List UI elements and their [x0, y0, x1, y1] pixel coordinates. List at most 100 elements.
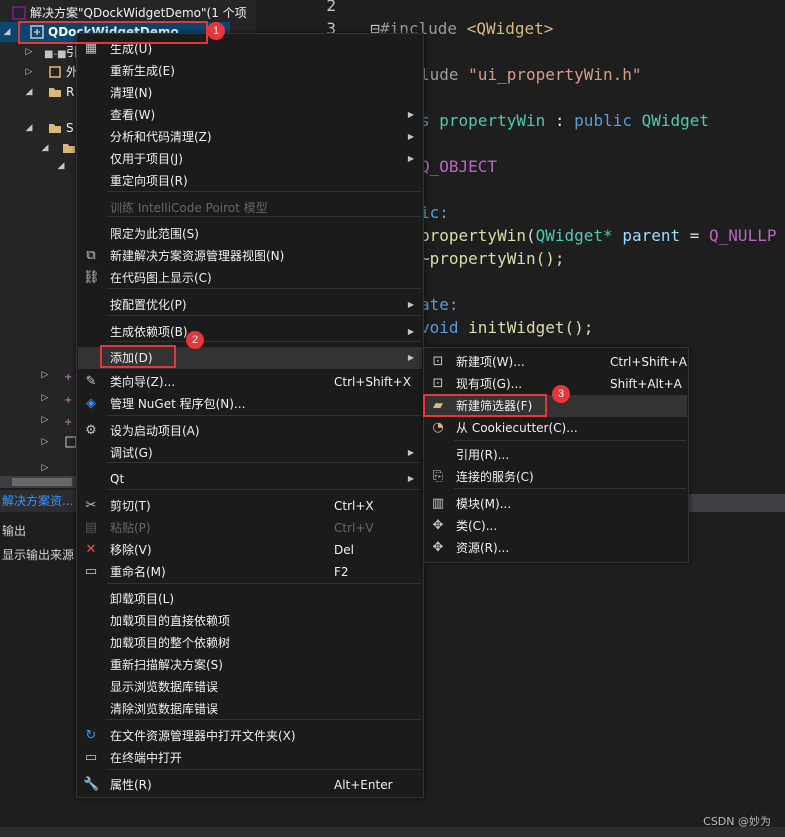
context-menu-item[interactable]: 仅用于项目(J) ▶: [78, 148, 422, 170]
terminal-icon: ▭: [84, 750, 98, 765]
add-submenu-item[interactable]: ✥ 资源(R)...: [425, 537, 687, 559]
add-submenu-item[interactable]: ▥ 模块(M)...: [425, 493, 687, 515]
context-menu-item[interactable]: 重新生成(E): [78, 60, 422, 82]
context-menu-item-label: 粘贴(P): [110, 521, 151, 535]
output-source-label: 显示输出来源: [2, 548, 75, 562]
context-menu-item[interactable]: 分析和代码清理(Z) ▶: [78, 126, 422, 148]
existing-item-icon: ⊡: [432, 376, 444, 391]
code-line: ic:: [420, 203, 449, 222]
collapse-arrow-icon[interactable]: ◢: [24, 118, 34, 138]
code-line: ~propertyWin();: [420, 249, 565, 268]
context-menu-item-label: 生成依赖项(B): [110, 325, 188, 339]
context-menu-item-shortcut: Del: [334, 543, 354, 557]
context-menu-item-label: 管理 NuGet 程序包(N)...: [110, 397, 246, 411]
collapse-arrow-icon[interactable]: ◢: [56, 156, 66, 176]
expand-arrow-icon[interactable]: ▷: [40, 388, 50, 408]
code-map-icon: ⛓: [83, 270, 100, 285]
context-menu-item[interactable]: ✕ 移除(V) Del: [78, 539, 422, 561]
expand-arrow-icon[interactable]: ▷: [24, 62, 34, 82]
context-menu-item[interactable]: 调试(G) ▶: [78, 442, 422, 464]
context-menu-item-label: 重定向项目(R): [110, 174, 188, 188]
context-menu-item[interactable]: 加载项目的直接依赖项: [78, 610, 422, 632]
expand-arrow-icon[interactable]: ▷: [40, 458, 50, 476]
scrollbar-thumb[interactable]: [12, 478, 72, 486]
add-submenu-item[interactable]: 引用(R)...: [425, 444, 687, 466]
context-menu-item[interactable]: ⧉ 新建解决方案资源管理器视图(N): [78, 245, 422, 267]
context-menu-item-shortcut: Ctrl+X: [334, 499, 374, 513]
open-folder-icon: ↻: [85, 728, 97, 743]
context-menu-item[interactable]: ◈ 管理 NuGet 程序包(N)...: [78, 393, 422, 415]
highlight-box-project: [18, 21, 208, 44]
expand-arrow-icon[interactable]: ▷: [40, 365, 50, 385]
tab-solution-explorer[interactable]: 解决方案资...: [0, 490, 76, 512]
folder-icon: [62, 141, 76, 155]
expand-arrow-icon[interactable]: ▷: [24, 42, 34, 62]
context-menu-item-label: 新建解决方案资源管理器视图(N): [110, 249, 285, 263]
context-menu-item[interactable]: 生成依赖项(B) ▶: [78, 321, 422, 343]
expand-arrow-icon[interactable]: ▷: [40, 410, 50, 430]
context-menu-item[interactable]: ▭ 重命名(M) F2: [78, 561, 422, 583]
add-submenu-item-label: 新建项(W)...: [456, 355, 525, 369]
submenu-arrow-icon: ▶: [407, 110, 414, 119]
code-line: s propertyWin : public QWidget: [420, 111, 710, 130]
context-menu-item-label: 在终端中打开: [110, 751, 183, 765]
context-menu-item[interactable]: 重新扫描解决方案(S): [78, 654, 422, 676]
module-icon: ▥: [431, 496, 445, 511]
add-submenu-item[interactable]: ⎘ 连接的服务(C): [425, 466, 687, 488]
add-submenu-item[interactable]: ⊡ 新建项(W)... Ctrl+Shift+A: [425, 351, 687, 373]
highlight-box-new-filter: [423, 394, 547, 417]
menu-separator: [107, 583, 421, 584]
collapse-arrow-icon[interactable]: ◢: [40, 138, 50, 158]
context-menu-item-label: 重新生成(E): [110, 64, 175, 78]
context-menu-item-label: 清除浏览数据库错误: [110, 702, 219, 716]
solution-title: 解决方案"QDockWidgetDemo"(1 个项: [30, 6, 247, 20]
context-menu-item-label: 加载项目的直接依赖项: [110, 614, 231, 628]
expand-arrow-icon[interactable]: ▷: [40, 432, 50, 452]
menu-separator: [107, 415, 421, 416]
output-title: 输出: [2, 524, 27, 538]
references-icon: ■-■: [44, 49, 67, 60]
class-icon: ✥: [432, 518, 444, 533]
context-menu-item[interactable]: ▭ 在终端中打开: [78, 747, 422, 769]
collapse-arrow-icon[interactable]: ◢: [2, 22, 12, 42]
status-bar: [0, 827, 785, 837]
context-menu-item[interactable]: 显示浏览数据库错误: [78, 676, 422, 698]
context-menu-item[interactable]: ⛓ 在代码图上显示(C): [78, 267, 422, 289]
context-menu-item[interactable]: 加载项目的整个依赖树: [78, 632, 422, 654]
context-menu-item[interactable]: ↻ 在文件资源管理器中打开文件夹(X): [78, 725, 422, 747]
context-menu-item[interactable]: 卸载项目(L): [78, 588, 422, 610]
context-menu-item[interactable]: 清理(N): [78, 82, 422, 104]
context-menu-item-shortcut: Alt+Enter: [334, 778, 393, 792]
context-menu-item[interactable]: 清除浏览数据库错误: [78, 698, 422, 720]
solution-icon: [12, 6, 26, 20]
new-item-icon: ⊡: [432, 354, 444, 369]
submenu-arrow-icon: ▶: [407, 448, 414, 457]
add-submenu-item[interactable]: ◔ 从 Cookiecutter(C)...: [425, 417, 687, 439]
context-menu-item[interactable]: 限定为此范围(S): [78, 223, 422, 245]
new-view-icon: ⧉: [86, 248, 96, 263]
add-submenu-item[interactable]: ✥ 类(C)...: [425, 515, 687, 537]
resource-icon: ✥: [432, 540, 444, 555]
context-menu-item-shortcut: Ctrl+Shift+X: [334, 375, 411, 389]
context-menu-item[interactable]: Qt ▶: [78, 468, 422, 490]
context-menu-item[interactable]: 🔧 属性(R) Alt+Enter: [78, 774, 422, 796]
context-menu-item[interactable]: ✎ 类向导(Z)... Ctrl+Shift+X: [78, 371, 422, 393]
context-menu-item[interactable]: ✂ 剪切(T) Ctrl+X: [78, 495, 422, 517]
collapse-arrow-icon[interactable]: ◢: [24, 82, 34, 102]
add-submenu-item-shortcut: Shift+Alt+A: [610, 377, 682, 391]
code-line: propertyWin(QWidget* parent = Q_NULLP: [420, 226, 777, 245]
context-menu-item[interactable]: 按配置优化(P) ▶: [78, 294, 422, 316]
step-badge-2: 2: [186, 331, 204, 349]
context-menu-item[interactable]: ⚙ 设为启动项目(A): [78, 420, 422, 442]
context-menu-item-label: 清理(N): [110, 86, 153, 100]
menu-separator: [454, 440, 686, 441]
code-line: Q_OBJECT: [420, 157, 498, 176]
scissors-icon: ✂: [85, 498, 97, 513]
context-menu-item[interactable]: 查看(W) ▶: [78, 104, 422, 126]
submenu-arrow-icon: ▶: [407, 132, 414, 141]
context-menu-item[interactable]: 重定向项目(R): [78, 170, 422, 192]
context-menu-item-label: 卸载项目(L): [110, 592, 175, 606]
add-submenu-item-label: 连接的服务(C): [456, 470, 534, 484]
external-deps-icon: [48, 65, 62, 79]
wrench-icon: 🔧: [83, 777, 100, 792]
